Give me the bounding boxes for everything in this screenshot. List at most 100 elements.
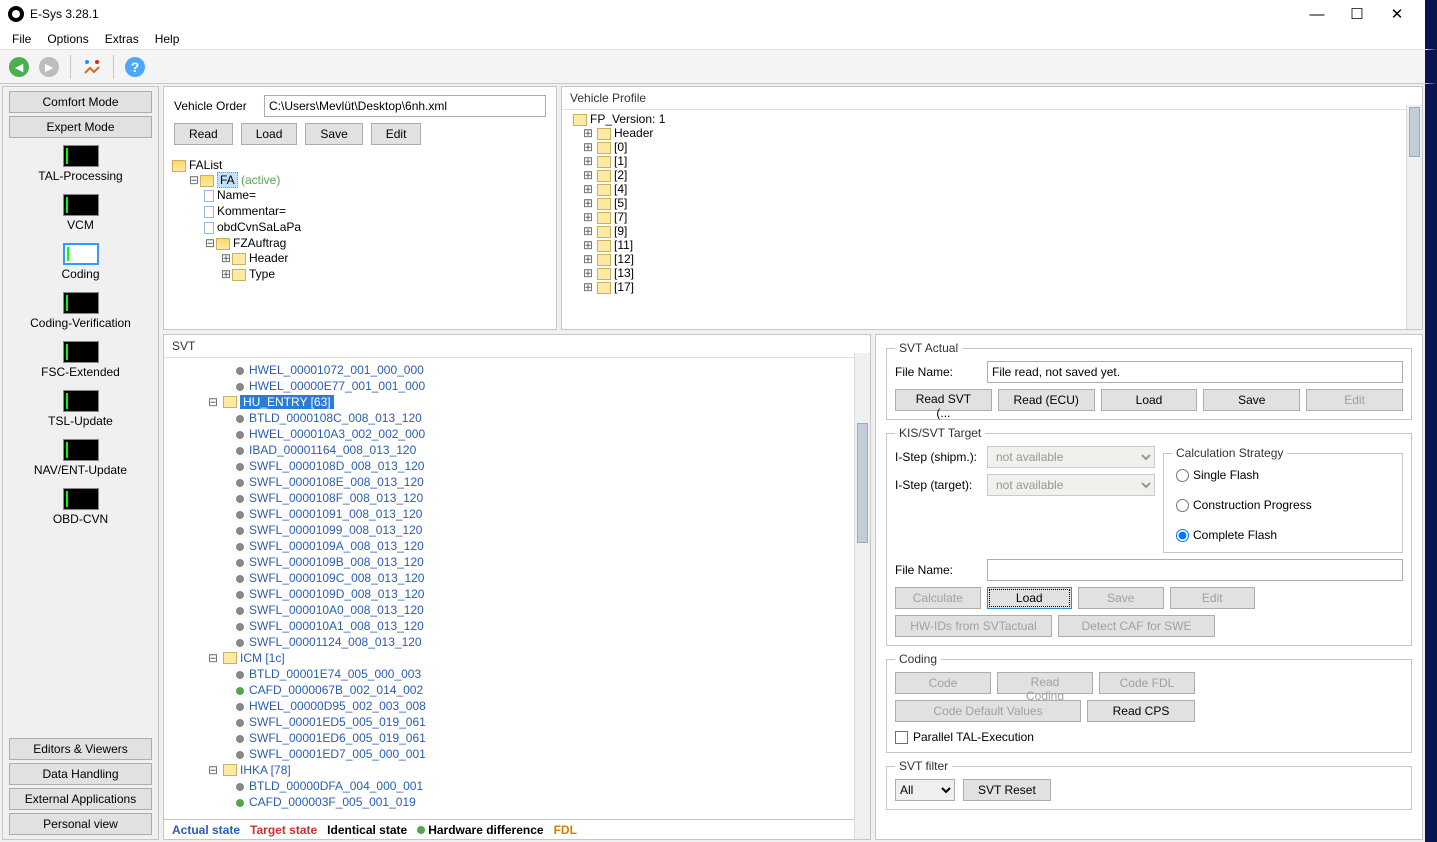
svt-item[interactable]: SWFL_00001124_008_013_120 <box>249 635 422 649</box>
external-applications-button[interactable]: External Applications <box>9 788 152 810</box>
svt-item[interactable]: SWFL_0000109A_008_013_120 <box>249 539 424 553</box>
parallel-tal-checkbox[interactable]: Parallel TAL-Execution <box>895 730 1403 744</box>
svt-ihka[interactable]: IHKA [78] <box>240 763 291 777</box>
kis-load-button[interactable]: Load <box>987 587 1073 609</box>
tree-expand-icon[interactable]: ⊞ <box>582 154 594 168</box>
svt-item[interactable]: BTLD_0000108C_008_013_120 <box>249 411 422 425</box>
tree-expand-icon[interactable]: ⊞ <box>582 266 594 280</box>
tree-item[interactable]: [2] <box>614 168 627 182</box>
svt-item[interactable]: SWFL_0000109D_008_013_120 <box>249 587 424 601</box>
tree-item[interactable]: FP_Version: 1 <box>590 112 665 126</box>
vo-save-button[interactable]: Save <box>305 123 362 145</box>
help-icon[interactable]: ? <box>122 54 148 80</box>
svt-item[interactable]: BTLD_00001E74_005_000_003 <box>249 667 421 681</box>
svt-tree[interactable]: HWEL_00001072_001_000_000 HWEL_00000E77_0… <box>164 358 870 819</box>
tree-item[interactable]: [13] <box>614 266 634 280</box>
svt-item[interactable]: HWEL_00001072_001_000_000 <box>249 363 424 377</box>
vo-load-button[interactable]: Load <box>241 123 298 145</box>
expert-mode-button[interactable]: Expert Mode <box>9 116 152 138</box>
radio-single-flash[interactable]: Single Flash <box>1176 468 1259 482</box>
sidebar-item-vcm[interactable]: VCM <box>9 190 152 236</box>
back-icon[interactable]: ◄ <box>6 54 32 80</box>
tree-expand-icon[interactable]: ⊞ <box>582 280 594 294</box>
svt-actual-load-button[interactable]: Load <box>1101 389 1198 411</box>
read-ecu-button[interactable]: Read (ECU) <box>998 389 1095 411</box>
tree-fa-selected[interactable]: FA <box>217 172 238 188</box>
scrollbar[interactable] <box>1406 105 1422 329</box>
tree-item[interactable]: Type <box>249 267 275 281</box>
read-svt-button[interactable]: Read SVT (... <box>895 389 992 411</box>
svt-item[interactable]: SWFL_0000109B_008_013_120 <box>249 555 424 569</box>
read-cps-button[interactable]: Read CPS <box>1087 700 1195 722</box>
tree-item[interactable]: [11] <box>614 238 633 252</box>
tree-expand-icon[interactable]: ⊞ <box>582 140 594 154</box>
close-button[interactable]: ✕ <box>1377 1 1417 27</box>
personal-view-button[interactable]: Personal view <box>9 813 152 835</box>
tree-expand-icon[interactable]: ⊞ <box>582 196 594 210</box>
scrollbar[interactable] <box>854 353 870 839</box>
tree-item[interactable]: [5] <box>614 196 627 210</box>
svt-item[interactable]: SWFL_00001099_008_013_120 <box>249 523 422 537</box>
svt-hu-entry[interactable]: HU_ENTRY [63] <box>240 395 334 409</box>
tree-collapse-icon[interactable]: ⊟ <box>204 236 216 250</box>
svt-item[interactable]: SWFL_0000108D_008_013_120 <box>249 459 424 473</box>
svt-item[interactable]: CAFD_000003F_005_001_019 <box>249 795 416 809</box>
tree-expand-icon[interactable]: ⊞ <box>582 182 594 196</box>
tree-expand-icon[interactable]: ⊞ <box>582 224 594 238</box>
connect-icon[interactable] <box>79 54 105 80</box>
svt-item[interactable]: SWFL_0000108E_008_013_120 <box>249 475 424 489</box>
editors-viewers-button[interactable]: Editors & Viewers <box>9 738 152 760</box>
vehicle-order-path-input[interactable] <box>264 95 546 117</box>
comfort-mode-button[interactable]: Comfort Mode <box>9 91 152 113</box>
svt-item[interactable]: IBAD_00001164_008_013_120 <box>249 443 416 457</box>
data-handling-button[interactable]: Data Handling <box>9 763 152 785</box>
minimize-button[interactable]: — <box>1297 1 1337 27</box>
svt-item[interactable]: BTLD_00000DFA_004_000_001 <box>249 779 423 793</box>
vehicle-profile-tree[interactable]: FP_Version: 1 ⊞ Header ⊞ [0] ⊞ [1] ⊞ [2] ⊞ [4… <box>562 110 1422 326</box>
tree-item[interactable]: [7] <box>614 210 627 224</box>
tree-item[interactable]: [9] <box>614 224 627 238</box>
svt-reset-button[interactable]: SVT Reset <box>963 779 1051 801</box>
svt-item[interactable]: SWFL_00001ED7_005_000_001 <box>249 747 426 761</box>
tree-item[interactable]: [17] <box>614 280 634 294</box>
tree-item[interactable]: Kommentar= <box>217 204 286 218</box>
sidebar-item-coding[interactable]: Coding <box>9 239 152 285</box>
svt-item[interactable]: HWEL_00000D95_002_003_008 <box>249 699 426 713</box>
maximize-button[interactable]: ☐ <box>1337 1 1377 27</box>
svt-item[interactable]: HWEL_00000E77_001_001_000 <box>249 379 425 393</box>
tree-expand-icon[interactable]: ⊞ <box>582 210 594 224</box>
svt-icm[interactable]: ICM [1c] <box>240 651 285 665</box>
svt-item[interactable]: SWFL_0000109C_008_013_120 <box>249 571 424 585</box>
svt-filter-select[interactable]: All <box>895 779 955 801</box>
radio-complete-flash[interactable]: Complete Flash <box>1176 528 1277 542</box>
tree-item[interactable]: [1] <box>614 154 627 168</box>
tree-expand-icon[interactable]: ⊞ <box>582 168 594 182</box>
tree-item[interactable]: Header <box>614 126 653 140</box>
sidebar-item-fsc-extended[interactable]: FSC-Extended <box>9 337 152 383</box>
svt-item[interactable]: SWFL_000010A0_008_013_120 <box>249 603 424 617</box>
tree-fzauftrag[interactable]: FZAuftrag <box>233 236 286 250</box>
tree-expand-icon[interactable]: ⊞ <box>220 267 232 281</box>
sidebar-item-obd-cvn[interactable]: OBD-CVN <box>9 484 152 530</box>
menu-help[interactable]: Help <box>147 30 188 48</box>
svt-item[interactable]: SWFL_00001ED5_005_019_061 <box>249 715 426 729</box>
tree-expand-icon[interactable]: ⊞ <box>582 252 594 266</box>
tree-item[interactable]: Name= <box>217 188 256 202</box>
kis-filename-input[interactable] <box>987 559 1403 581</box>
forward-icon[interactable]: ► <box>36 54 62 80</box>
svt-item[interactable]: HWEL_000010A3_002_002_000 <box>249 427 425 441</box>
tree-item[interactable]: [4] <box>614 182 627 196</box>
tree-expand-icon[interactable]: ⊞ <box>582 238 594 252</box>
svt-actual-save-button[interactable]: Save <box>1203 389 1300 411</box>
menu-file[interactable]: File <box>4 30 39 48</box>
tree-expand-icon[interactable]: ⊞ <box>582 126 594 140</box>
tree-item[interactable]: [0] <box>614 140 627 154</box>
sidebar-item-tsl-update[interactable]: TSL-Update <box>9 386 152 432</box>
svt-item[interactable]: SWFL_00001ED6_005_019_061 <box>249 731 426 745</box>
menu-options[interactable]: Options <box>39 30 96 48</box>
menu-extras[interactable]: Extras <box>97 30 147 48</box>
sidebar-item-coding-verification[interactable]: Coding-Verification <box>9 288 152 334</box>
tree-item[interactable]: obdCvnSaLaPa <box>217 220 301 234</box>
svt-item[interactable]: SWFL_0000108F_008_013_120 <box>249 491 423 505</box>
vo-edit-button[interactable]: Edit <box>371 123 422 145</box>
